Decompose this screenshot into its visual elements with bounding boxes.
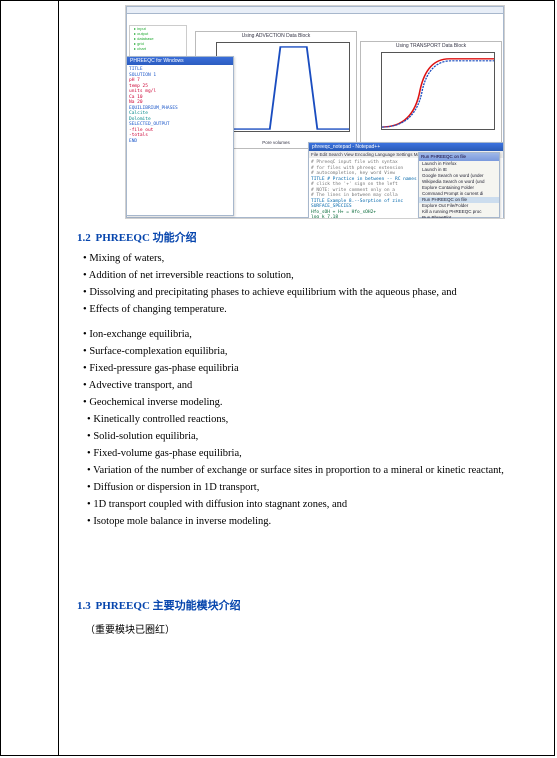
section-1-3-number: 1.3 bbox=[77, 600, 91, 612]
content-cell: ▸ input▸ output▸ database▸ grid▸ chart U… bbox=[59, 1, 554, 755]
section-1-3-note: （重要模块已圈红） bbox=[85, 621, 546, 636]
list-item: Fixed-pressure gas-phase equilibria bbox=[83, 363, 546, 374]
feature-list-3: Kinetically controlled reactions, Solid-… bbox=[87, 414, 546, 527]
list-item: Effects of changing temperature. bbox=[83, 304, 546, 315]
chart1-title: Using ADVECTION Data Block bbox=[196, 32, 356, 40]
chart2-plot bbox=[381, 52, 495, 130]
ctx-header: Run PHREEQC on file bbox=[419, 153, 499, 161]
chart1-curve bbox=[217, 43, 349, 131]
section-1-3-header: 1.3 PHREEQC 主要功能模块介绍 bbox=[77, 597, 546, 613]
section-1-2-number: 1.2 bbox=[77, 232, 91, 244]
list-item: Variation of the number of exchange or s… bbox=[87, 465, 546, 476]
list-item: Ion-exchange equilibria, bbox=[83, 329, 546, 340]
chart2-curves bbox=[382, 53, 494, 129]
section-1-2-title: PHREEQC 功能介绍 bbox=[96, 232, 197, 244]
list-item: Advective transport, and bbox=[83, 380, 546, 391]
notepad-title: phreeqc_notepad - Notepad++ bbox=[309, 143, 503, 151]
codewin-body: TITLE SOLUTION 1 pH 7 temp 25 units mg/l… bbox=[127, 65, 233, 146]
list-item: 1D transport coupled with diffusion into… bbox=[87, 499, 546, 510]
chart-transport: Using TRANSPORT Data Block bbox=[360, 41, 502, 145]
page-frame: ▸ input▸ output▸ database▸ grid▸ chart U… bbox=[0, 0, 555, 756]
feature-list-1: Mixing of waters, Addition of net irreve… bbox=[83, 253, 546, 315]
codewin-title: PHREEQC for Windows bbox=[127, 57, 233, 65]
list-item: Geochemical inverse modeling. bbox=[83, 397, 546, 408]
list-item: Surface-complexation equilibria, bbox=[83, 346, 546, 357]
list-item: Diffusion or dispersion in 1D transport, bbox=[87, 482, 546, 493]
list-item: Solid-solution equilibria, bbox=[87, 431, 546, 442]
context-menu: Run PHREEQC on file Launch in Firefox La… bbox=[418, 152, 500, 218]
chart1-plot bbox=[216, 42, 350, 132]
list-item: Isotope mole balance in inverse modeling… bbox=[87, 516, 546, 527]
feature-list-2: Ion-exchange equilibria, Surface-complex… bbox=[83, 329, 546, 408]
list-item: Dissolving and precipitating phases to a… bbox=[83, 287, 546, 298]
application-screenshot-figure: ▸ input▸ output▸ database▸ grid▸ chart U… bbox=[125, 5, 505, 219]
list-item: Fixed-volume gas-phase equilibria, bbox=[87, 448, 546, 459]
section-1-2-header: 1.2 PHREEQC 功能介绍 bbox=[77, 229, 546, 245]
section-1-3-title: PHREEQC 主要功能模块介绍 bbox=[96, 600, 241, 612]
ctx-item: Run PhreePlot bbox=[419, 215, 499, 219]
phreeqc-code-window: PHREEQC for Windows TITLE SOLUTION 1 pH … bbox=[126, 56, 234, 216]
list-item: Mixing of waters, bbox=[83, 253, 546, 264]
list-item: Kinetically controlled reactions, bbox=[87, 414, 546, 425]
list-item: Addition of net irreversible reactions t… bbox=[83, 270, 546, 281]
chart2-title: Using TRANSPORT Data Block bbox=[361, 42, 501, 50]
main-titlebar bbox=[127, 7, 503, 14]
left-margin-cell bbox=[1, 1, 59, 755]
